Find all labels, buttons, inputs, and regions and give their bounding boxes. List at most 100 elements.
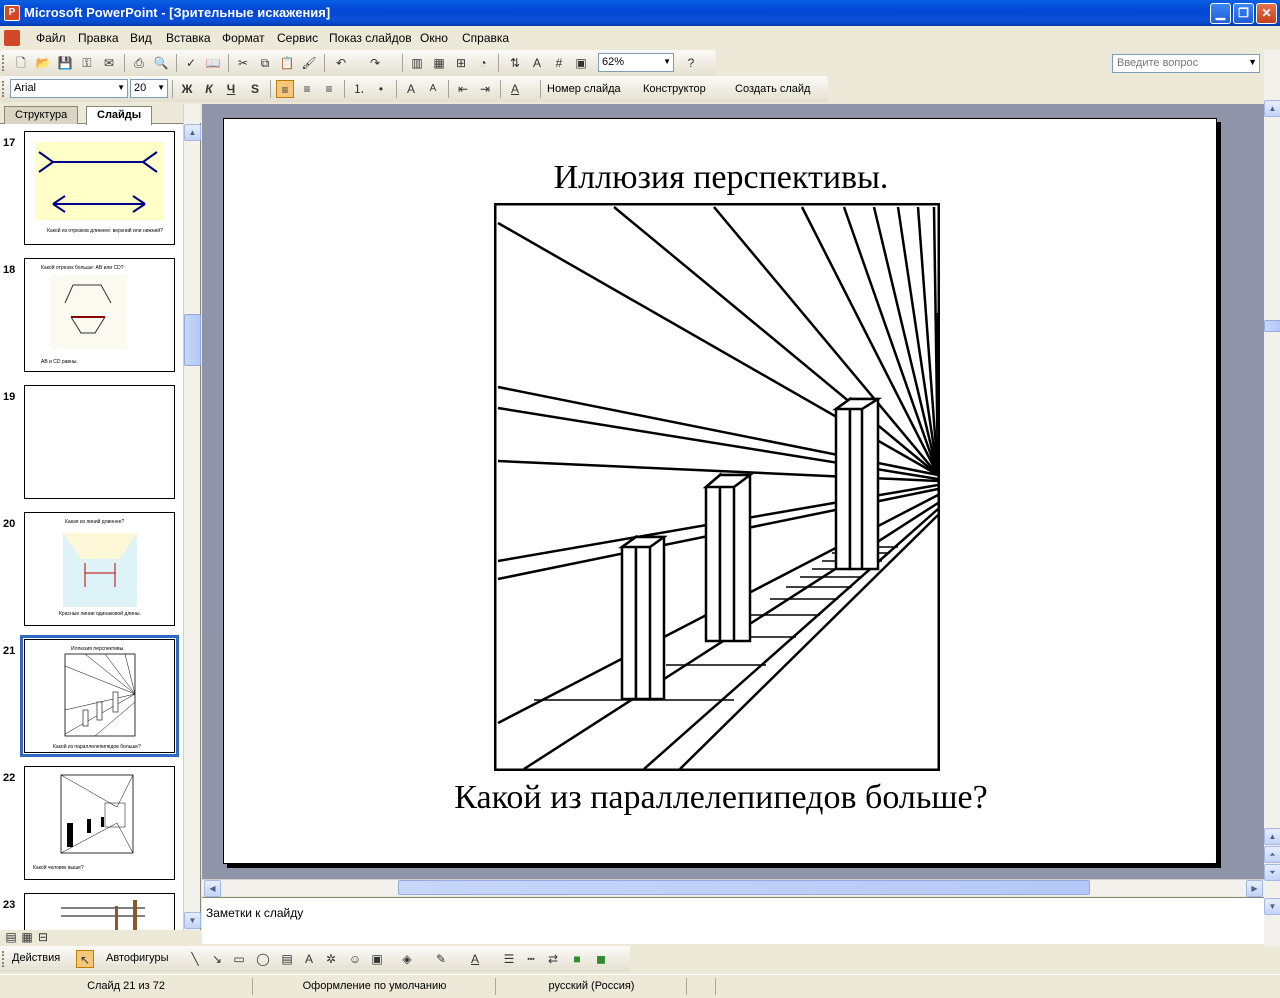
increase-indent-icon[interactable]: ⇥: [476, 80, 494, 98]
insert-chart-icon[interactable]: ▥: [408, 54, 426, 72]
permission-icon[interactable]: ⚿: [78, 54, 96, 72]
menu-edit[interactable]: Правка: [78, 31, 119, 45]
menu-format[interactable]: Формат: [222, 31, 265, 45]
decrease-font-icon[interactable]: A: [424, 80, 442, 98]
redo-icon[interactable]: ↷: [366, 54, 384, 72]
document-icon[interactable]: [4, 30, 20, 46]
shadow-button[interactable]: S: [246, 80, 264, 98]
oval-icon[interactable]: ◯: [254, 950, 272, 968]
copy-icon[interactable]: ⧉: [256, 54, 274, 72]
scroll-left-icon[interactable]: ◀: [204, 880, 221, 897]
font-color-icon[interactable]: A: [506, 80, 524, 98]
format-painter-icon[interactable]: 🖌: [300, 54, 318, 72]
line-color-icon[interactable]: ✎: [432, 950, 450, 968]
line-style-icon[interactable]: ☰: [500, 950, 518, 968]
notes-pane[interactable]: Заметки к слайду: [202, 897, 1264, 944]
slide-thumbnail-selected[interactable]: Иллюзия перспективы. Какой из параллелеп…: [20, 635, 179, 757]
menu-insert[interactable]: Вставка: [166, 31, 211, 45]
scroll-right-icon[interactable]: ▶: [1246, 880, 1263, 897]
menu-window[interactable]: Окно: [420, 31, 448, 45]
scroll-thumb[interactable]: [184, 314, 201, 366]
autoshapes-menu[interactable]: Автофигуры: [106, 952, 169, 964]
scroll-up-icon[interactable]: ▲: [184, 124, 201, 141]
next-slide-icon[interactable]: ⏷: [1264, 864, 1280, 881]
actions-menu[interactable]: Действия: [12, 952, 60, 964]
align-right-icon[interactable]: ≡: [320, 80, 338, 98]
spelling-icon[interactable]: ✓: [182, 54, 200, 72]
dash-style-icon[interactable]: ┅: [522, 950, 540, 968]
slide-thumbnail[interactable]: [24, 893, 175, 930]
close-button[interactable]: ✕: [1256, 3, 1277, 24]
slide-title[interactable]: Иллюзия перспективы.: [224, 159, 1218, 197]
powerpoint-app-icon[interactable]: P: [4, 5, 20, 21]
arrow-style-icon[interactable]: ⇄: [544, 950, 562, 968]
perspective-illusion-image[interactable]: [494, 203, 940, 771]
font-size-combo[interactable]: 20 ▼: [130, 79, 168, 98]
underline-button[interactable]: Ч: [222, 80, 240, 98]
insert-table-icon[interactable]: ▦: [430, 54, 448, 72]
slide-thumbnail[interactable]: Какая из линий длиннее? Красные линии од…: [24, 512, 175, 626]
zoom-combo[interactable]: 62% ▼: [598, 53, 674, 72]
save-icon[interactable]: 💾: [56, 54, 74, 72]
chevron-down-icon[interactable]: ▼: [663, 57, 671, 66]
slide-thumbnails[interactable]: 17 Какой из отрезков длиннее: верхний ил…: [0, 125, 183, 930]
3d-style-icon[interactable]: ◼: [592, 950, 610, 968]
slide-thumbnail[interactable]: Какой из отрезков длиннее: верхний или н…: [24, 131, 175, 245]
document-scrollbar[interactable]: ▲ ▲ ⏶ ⏷ ▼: [1264, 50, 1280, 946]
textbox-icon[interactable]: ▤: [278, 950, 296, 968]
panel-scrollbar[interactable]: ▲ ▼: [183, 104, 201, 930]
horizontal-scrollbar[interactable]: ◀ ▶: [202, 879, 1264, 897]
chevron-down-icon[interactable]: ▼: [117, 83, 125, 92]
chevron-down-icon[interactable]: ▼: [157, 83, 165, 92]
rectangle-icon[interactable]: ▭: [230, 950, 248, 968]
tab-slides[interactable]: Слайды: [86, 106, 153, 125]
new-icon[interactable]: 🗋: [12, 54, 30, 72]
grid-icon[interactable]: #: [550, 54, 568, 72]
insert-diagram-icon[interactable]: ◔: [474, 54, 492, 72]
scroll-down-icon[interactable]: ▼: [1264, 898, 1280, 915]
toolbar-grip[interactable]: [2, 81, 5, 97]
cut-icon[interactable]: ✂: [234, 54, 252, 72]
show-formatting-icon[interactable]: A: [528, 54, 546, 72]
previous-slide-icon[interactable]: ⏶: [1264, 846, 1280, 863]
numbering-icon[interactable]: ⒈: [350, 80, 368, 98]
slide-thumbnail[interactable]: Какой человек выше?: [24, 766, 175, 880]
increase-font-icon[interactable]: A: [402, 80, 420, 98]
print-icon[interactable]: ⎙: [130, 54, 148, 72]
align-center-icon[interactable]: ≡: [298, 80, 316, 98]
menu-view[interactable]: Вид: [130, 31, 152, 45]
notes-placeholder[interactable]: Заметки к слайду: [206, 906, 303, 920]
font-combo[interactable]: Arial ▼: [10, 79, 128, 98]
select-objects-icon[interactable]: ↖: [76, 950, 94, 968]
designer-button[interactable]: Конструктор: [643, 83, 706, 95]
menu-help[interactable]: Справка: [462, 31, 509, 45]
maximize-button[interactable]: ❐: [1233, 3, 1254, 24]
slide-thumbnail[interactable]: Какой отрезок больше: AB или CD? AB и CD…: [24, 258, 175, 372]
slideshow-icon[interactable]: ⊟: [34, 928, 52, 946]
menu-slideshow[interactable]: Показ слайдов: [329, 31, 412, 45]
minimize-button[interactable]: ▁: [1210, 3, 1231, 24]
toolbar-grip[interactable]: [2, 55, 5, 71]
color-grayscale-icon[interactable]: ▣: [572, 54, 590, 72]
ask-question-input[interactable]: Введите вопрос ▼: [1112, 54, 1260, 73]
help-icon[interactable]: ?: [682, 54, 700, 72]
tables-borders-icon[interactable]: ⊞: [452, 54, 470, 72]
line-icon[interactable]: ╲: [186, 950, 204, 968]
toolbar-grip[interactable]: [2, 951, 5, 967]
scroll-up-icon[interactable]: ▲: [1264, 828, 1280, 845]
wordart-icon[interactable]: A: [300, 950, 318, 968]
diagram-icon[interactable]: ✲: [322, 950, 340, 968]
chevron-down-icon[interactable]: ▼: [1248, 57, 1257, 67]
decrease-indent-icon[interactable]: ⇤: [454, 80, 472, 98]
open-icon[interactable]: 📂: [34, 54, 52, 72]
research-icon[interactable]: 📖: [204, 54, 222, 72]
expand-all-icon[interactable]: ⇅: [506, 54, 524, 72]
paste-icon[interactable]: 📋: [278, 54, 296, 72]
print-preview-icon[interactable]: 🔍: [152, 54, 170, 72]
bold-button[interactable]: Ж: [178, 80, 196, 98]
picture-icon[interactable]: ▣: [368, 950, 386, 968]
tab-outline[interactable]: Структура: [4, 106, 79, 124]
menu-tools[interactable]: Сервис: [277, 31, 318, 45]
scroll-thumb[interactable]: [1264, 320, 1280, 332]
align-left-icon[interactable]: ≡: [276, 80, 294, 98]
